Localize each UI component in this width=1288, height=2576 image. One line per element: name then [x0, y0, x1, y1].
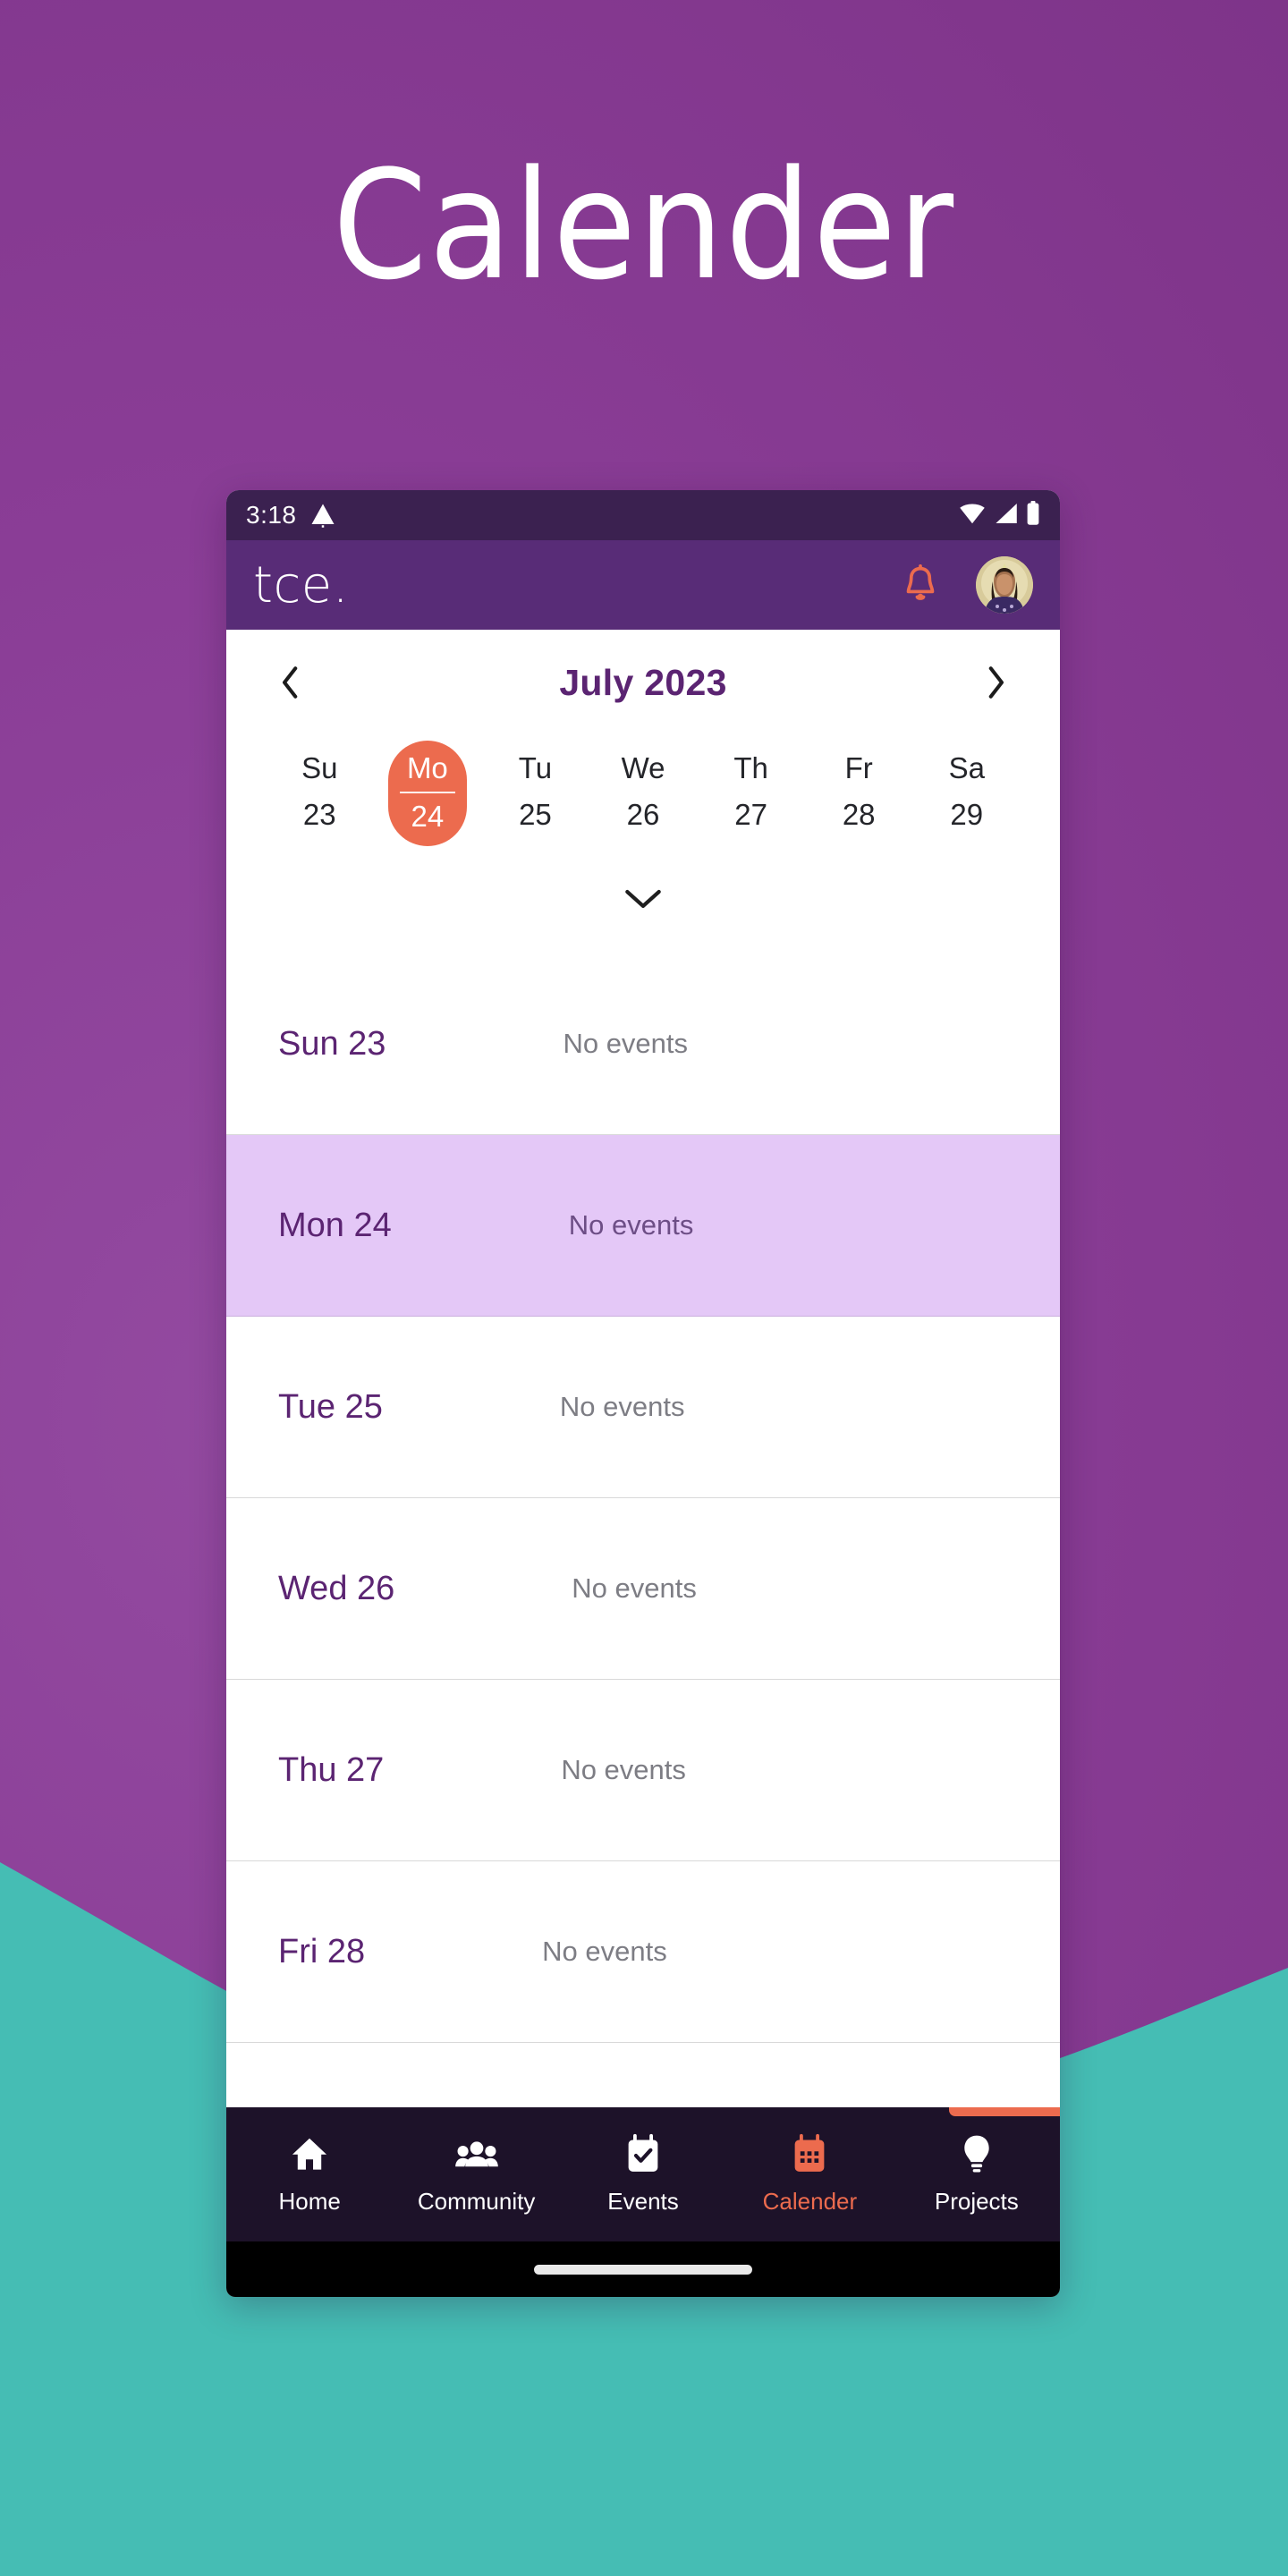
calendar-grid-icon[interactable] [792, 2132, 827, 2175]
agenda-row[interactable]: Tue 25 No events [226, 1317, 1060, 1498]
header-actions [897, 556, 1033, 614]
calendar-check-icon[interactable] [625, 2132, 661, 2175]
month-label: July 2023 [559, 661, 727, 703]
week-day-th[interactable]: Th 27 [697, 735, 805, 844]
day-of-week-label: Mo [406, 751, 448, 784]
day-of-week-label: Su [301, 751, 338, 784]
nav-item-calender[interactable]: Calender [726, 2107, 893, 2216]
chevron-left-icon[interactable] [269, 661, 312, 704]
nav-item-label: Events [607, 2188, 679, 2215]
agenda-row-date: Fri 28 [278, 1932, 366, 1970]
warning-triangle-icon [309, 502, 336, 529]
month-navigation: July 2023 [226, 630, 1060, 735]
nav-item-label: Community [417, 2188, 536, 2215]
agenda-row[interactable]: Thu 27 No events [226, 1680, 1060, 1861]
agenda-row-status: No events [563, 1028, 689, 1059]
home-indicator[interactable] [534, 2264, 752, 2275]
day-number-label: 26 [626, 797, 660, 831]
status-icons [959, 500, 1040, 530]
week-day-strip: Su 23 Mo 24 Tu 25 We 26 Th 27 Fr 28 Sa 29 [226, 735, 1060, 848]
expand-calendar-row[interactable] [226, 848, 1060, 953]
day-pill[interactable]: Th 27 [712, 741, 791, 844]
day-number-label: 25 [519, 797, 552, 831]
day-pill[interactable]: Tu 25 [496, 741, 574, 844]
wifi-icon [959, 502, 986, 530]
agenda-row-status: No events [559, 1391, 685, 1422]
selected-day-pill[interactable]: Mo 24 [387, 741, 467, 846]
day-pill[interactable]: Fr 28 [819, 741, 898, 844]
day-of-week-label: Sa [948, 751, 985, 784]
agenda-row[interactable]: Wed 26 No events [226, 1498, 1060, 1680]
calendar-panel: July 2023 Su 23 Mo 24 Tu 25 We 26 Th 27 Fr 28 Sa 29 S… [226, 630, 1060, 2107]
nav-item-label: Home [278, 2188, 341, 2215]
nav-item-label: Projects [934, 2188, 1019, 2215]
page-root: Calender 3:18 tce. July 2023 Su 23 Mo 24… [0, 0, 1288, 2576]
agenda-row[interactable]: Fri 28 No events [226, 1861, 1060, 2043]
week-day-we[interactable]: We 26 [589, 735, 698, 844]
agenda-row-date: Wed 26 [278, 1569, 395, 1607]
agenda-row-date: Mon 24 [278, 1206, 392, 1244]
nav-item-events[interactable]: Events [560, 2107, 726, 2216]
phone-mockup: 3:18 tce. July 2023 Su 23 Mo 24 Tu 25 We… [226, 490, 1060, 2297]
day-number-label: 27 [734, 797, 767, 831]
user-avatar[interactable] [976, 556, 1033, 614]
day-of-week-label: Tu [518, 751, 553, 784]
app-header: tce. [226, 540, 1060, 630]
agenda-list: Sun 23 No events Mon 24 No events Tue 25 No e… [226, 953, 1060, 2043]
nav-item-home[interactable]: Home [226, 2107, 393, 2216]
lightbulb-icon[interactable] [961, 2132, 993, 2175]
people-group-icon[interactable] [454, 2132, 498, 2175]
week-day-tu[interactable]: Tu 25 [481, 735, 589, 844]
chevron-down-icon[interactable] [623, 886, 664, 917]
gesture-bar [226, 2241, 1060, 2297]
day-of-week-label: We [621, 751, 665, 784]
notification-bell-icon[interactable] [897, 562, 944, 608]
day-pill[interactable]: We 26 [604, 741, 682, 844]
day-number-label: 29 [950, 797, 984, 831]
app-logo[interactable]: tce. [253, 556, 349, 614]
status-bar: 3:18 [226, 490, 1060, 540]
cellular-signal-icon [994, 502, 1018, 530]
battery-icon [1026, 500, 1040, 530]
day-number-label: 23 [302, 797, 336, 831]
agenda-row-date: Tue 25 [278, 1387, 383, 1426]
week-day-fr[interactable]: Fr 28 [805, 735, 913, 844]
page-title: Calender [332, 138, 956, 313]
agenda-row[interactable]: Sun 23 No events [226, 953, 1060, 1135]
nav-item-community[interactable]: Community [393, 2107, 559, 2216]
day-of-week-label: Th [733, 751, 768, 784]
agenda-row-date: Sun 23 [278, 1024, 386, 1063]
chevron-right-icon[interactable] [974, 661, 1017, 704]
status-time: 3:18 [246, 501, 297, 529]
nav-item-projects[interactable]: Projects [894, 2107, 1060, 2216]
agenda-row[interactable]: Mon 24 No events [226, 1135, 1060, 1317]
home-icon[interactable] [290, 2132, 329, 2175]
nav-item-label: Calender [762, 2188, 858, 2215]
agenda-row-status: No events [542, 1936, 667, 1967]
day-number-label: 24 [399, 791, 455, 834]
day-pill[interactable]: Su 23 [280, 741, 359, 844]
week-day-mo[interactable]: Mo 24 [374, 735, 482, 846]
agenda-row-status: No events [568, 1209, 694, 1241]
day-pill[interactable]: Sa 29 [928, 741, 1006, 844]
week-day-su[interactable]: Su 23 [266, 735, 374, 844]
day-number-label: 28 [842, 797, 876, 831]
agenda-row-status: No events [572, 1572, 697, 1604]
bottom-navigation: Home Community Events Calender Projects [226, 2107, 1060, 2241]
active-tab-indicator [949, 2107, 1060, 2116]
agenda-row-status: No events [561, 1754, 686, 1785]
week-day-sa[interactable]: Sa 29 [912, 735, 1021, 844]
day-of-week-label: Fr [844, 751, 873, 784]
agenda-row-date: Thu 27 [278, 1750, 385, 1789]
